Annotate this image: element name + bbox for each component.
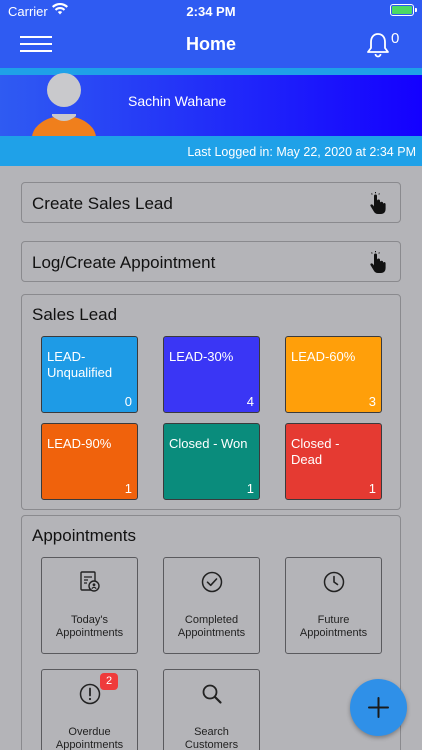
sales-lead-panel: Sales Lead LEAD-Unqualified 0 LEAD-30% 4… [21,294,401,510]
tile-lead-unqualified[interactable]: LEAD-Unqualified 0 [41,336,138,413]
appointments-heading: Appointments [32,526,136,545]
tile-count: 0 [124,394,132,409]
log-create-appointment-button[interactable]: Log/Create Appointment [21,241,401,282]
tile-lead-60[interactable]: LEAD-60% 3 [285,336,382,413]
tile-label: LEAD-Unqualified [47,349,113,380]
tile-count: 1 [368,481,376,496]
log-create-appointment-label: Log/Create Appointment [32,253,216,272]
tap-hand-icon [368,192,388,221]
exclamation-circle-icon [42,682,137,709]
check-circle-icon [164,570,259,597]
overdue-appointments-button[interactable]: 2 Overdue Appointments [41,669,138,750]
tile-count: 3 [368,394,376,409]
tile-label: Closed - Dead [291,436,340,467]
navigation-bar: Carrier 2:34 PM Home 0 [0,0,422,68]
tile-count: 1 [246,481,254,496]
avatar-icon [30,72,98,160]
tap-hand-icon [368,251,388,280]
battery-icon [390,4,417,16]
bell-icon[interactable] [366,32,390,63]
overdue-count-badge: 2 [100,673,118,690]
tile-count: 1 [124,481,132,496]
todays-appointments-button[interactable]: Today's Appointments [41,557,138,654]
calendar-person-icon [42,570,137,597]
add-floating-button[interactable] [350,679,407,736]
appointment-label: Today's Appointments [55,614,124,639]
status-bar: Carrier 2:34 PM [0,0,422,22]
clock-icon [286,570,381,597]
create-sales-lead-label: Create Sales Lead [32,194,173,213]
last-login-text: Last Logged in: May 22, 2020 at 2:34 PM [0,136,422,166]
tile-count: 4 [246,394,254,409]
sales-lead-heading: Sales Lead [32,305,118,324]
tile-closed-dead[interactable]: Closed - Dead 1 [285,423,382,500]
page-title: Home [185,34,236,54]
user-name: Sachin Wahane [128,93,227,109]
search-customers-button[interactable]: Search Customers [163,669,260,750]
appointment-label: Completed Appointments [177,614,246,639]
tile-lead-90[interactable]: LEAD-90% 1 [41,423,138,500]
tile-label: LEAD-30% [169,349,234,364]
appointment-label: Overdue Appointments [55,726,124,750]
completed-appointments-button[interactable]: Completed Appointments [163,557,260,654]
tile-label: LEAD-90% [47,436,112,451]
create-sales-lead-button[interactable]: Create Sales Lead [21,182,401,223]
tile-label: LEAD-60% [291,349,356,364]
tile-lead-30[interactable]: LEAD-30% 4 [163,336,260,413]
tile-label: Closed - Won [169,436,248,451]
appointment-label: Future Appointments [299,614,368,639]
future-appointments-button[interactable]: Future Appointments [285,557,382,654]
tile-closed-won[interactable]: Closed - Won 1 [163,423,260,500]
status-time: 2:34 PM [186,4,236,19]
search-icon [164,682,259,709]
appointments-panel: Appointments Today's Appointments Comple… [21,515,401,750]
appointment-label: Search Customers [184,726,239,750]
notification-count: 0 [391,30,400,47]
